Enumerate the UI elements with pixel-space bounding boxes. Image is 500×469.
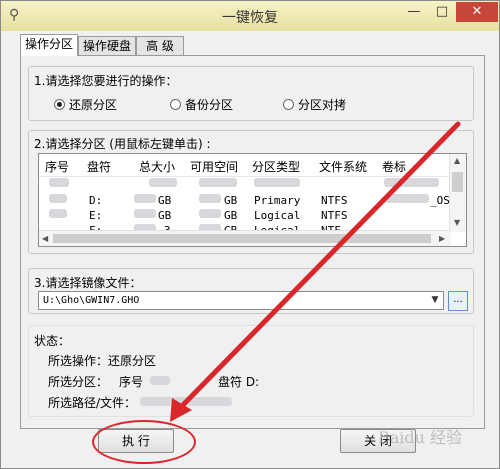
status-path-label: 所选路径/文件： <box>48 396 137 410</box>
redacted-value <box>134 209 156 218</box>
status-heading: 状态： <box>34 334 71 348</box>
table-vertical-scrollbar[interactable]: ▲ ▼ <box>449 154 466 232</box>
table-row[interactable]: E: GB GB Logical NTFS <box>39 209 451 223</box>
cell-label: _OS <box>430 194 450 207</box>
col-partition-type[interactable]: 分区类型 <box>252 158 300 175</box>
tab-operate-partition[interactable]: 操作分区 <box>20 34 78 56</box>
col-index[interactable]: 序号 <box>45 158 69 175</box>
col-free-space[interactable]: 可用空间 <box>190 158 238 175</box>
vertical-scroll-thumb[interactable] <box>452 172 463 192</box>
col-file-system[interactable]: 文件系统 <box>319 158 367 175</box>
scroll-down-icon[interactable]: ▼ <box>454 218 460 227</box>
redacted-value <box>49 194 67 203</box>
browse-button[interactable]: ... <box>448 291 468 311</box>
image-path-combobox[interactable]: U:\Gho\GWIN7.GHO <box>38 291 444 310</box>
partition-group-label: 2.请选择分区 (用鼠标左键单击) : <box>34 137 211 151</box>
redacted-value <box>199 194 221 203</box>
cell-total: GB <box>158 209 172 222</box>
highlight-ellipse <box>92 420 196 464</box>
table-horizontal-scrollbar[interactable]: ◀ ▶ <box>39 230 451 246</box>
table-header: 序号 盘符 总大小 可用空间 分区类型 文件系统 卷标 <box>39 154 451 177</box>
cell-type: Logical <box>254 209 301 222</box>
status-partition-drive: 盘符 D: <box>218 375 260 389</box>
scroll-right-icon[interactable]: ▶ <box>439 234 445 243</box>
redacted-value <box>384 178 439 187</box>
redacted-value <box>199 178 237 187</box>
tab-operate-disk[interactable]: 操作硬盘 <box>78 36 136 55</box>
redacted-value <box>49 209 67 218</box>
scroll-left-icon[interactable]: ◀ <box>42 234 48 243</box>
radio-backup-partition[interactable]: 备份分区 <box>170 96 233 113</box>
cell-type: Primary <box>254 194 301 207</box>
chevron-down-icon[interactable]: ▼ <box>427 292 443 309</box>
watermark-text: Baidu 经验 <box>378 428 463 447</box>
radio-label: 备份分区 <box>185 98 234 112</box>
cell-fs: NTFS <box>321 209 348 222</box>
cell-drive: D: <box>89 194 103 207</box>
radio-icon <box>170 99 181 110</box>
col-volume-label[interactable]: 卷标 <box>382 158 406 175</box>
status-operation-value: 还原分区 <box>108 354 157 368</box>
radio-icon <box>283 99 294 110</box>
redacted-value <box>385 194 429 203</box>
status-partition-index-label: 序号 <box>119 375 144 389</box>
cell-free: GB <box>224 194 238 207</box>
redacted-value <box>150 376 170 385</box>
tab-advanced[interactable]: 高 级 <box>136 36 184 55</box>
radio-label: 分区对拷 <box>298 98 347 112</box>
col-total-size[interactable]: 总大小 <box>139 158 175 175</box>
partition-table[interactable]: 序号 盘符 总大小 可用空间 分区类型 文件系统 卷标 D: GB GB Pri… <box>38 153 467 247</box>
scroll-up-icon[interactable]: ▲ <box>454 156 460 165</box>
redacted-value <box>149 178 177 187</box>
minimize-button[interactable]: — <box>401 2 427 22</box>
redacted-value <box>134 194 156 203</box>
redacted-value <box>49 178 69 187</box>
maximize-button[interactable]: □ <box>429 2 455 22</box>
cell-free: GB <box>224 209 238 222</box>
cell-total: GB <box>158 194 172 207</box>
cell-drive: E: <box>89 209 103 222</box>
radio-partition-copy[interactable]: 分区对拷 <box>283 96 346 113</box>
table-row[interactable]: D: GB GB Primary NTFS _OS <box>39 194 451 208</box>
col-drive[interactable]: 盘符 <box>87 158 111 175</box>
title-bar: ⚲ 一键恢复 — □ ✕ <box>1 1 499 31</box>
redacted-value <box>199 209 221 218</box>
redacted-value <box>140 397 232 406</box>
table-row[interactable] <box>39 178 451 192</box>
status-operation-label: 所选操作： <box>48 354 109 368</box>
radio-restore-partition[interactable]: 还原分区 <box>54 96 117 113</box>
cell-fs: NTFS <box>321 194 348 207</box>
image-group-label: 3.请选择镜像文件： <box>34 276 142 290</box>
horizontal-scroll-thumb[interactable] <box>53 234 431 243</box>
status-partition-label: 所选分区： <box>48 375 109 389</box>
close-window-button[interactable]: ✕ <box>456 2 498 22</box>
radio-label: 还原分区 <box>69 98 118 112</box>
radio-selected-icon <box>54 99 65 110</box>
redacted-value <box>254 178 300 187</box>
operation-group-label: 1.请选择您要进行的操作： <box>34 74 178 88</box>
